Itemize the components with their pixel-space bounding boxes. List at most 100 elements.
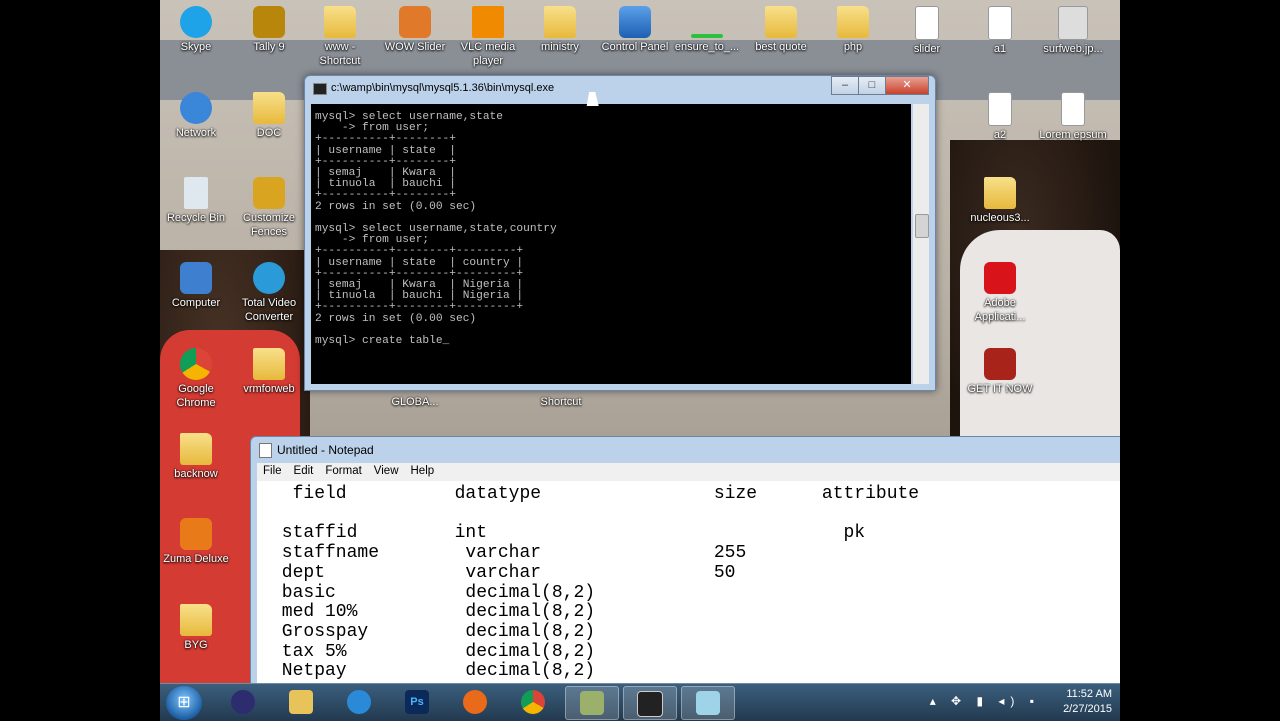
desktop-label-shortcut[interactable]: Shortcut xyxy=(524,395,598,409)
icon-label: ensure_to_... xyxy=(674,41,740,53)
console-titlebar[interactable]: c:\wamp\bin\mysql\mysql5.1.36\bin\mysql.… xyxy=(305,76,935,100)
console-output[interactable]: mysql> select username,state -> from use… xyxy=(311,104,911,384)
desktop-icon-lorem[interactable]: Lorem epsum xyxy=(1036,92,1110,142)
folder-icon xyxy=(180,433,212,465)
tally-icon xyxy=(253,6,285,38)
taskbar: ⊞ Ps ▴ ✥ ▮ ◂) ▪ 11:52 AM 2/27/2015 xyxy=(160,683,1120,721)
image-file-icon xyxy=(1058,6,1088,40)
clock[interactable]: 11:52 AM 2/27/2015 xyxy=(1063,687,1112,717)
icon-label: Lorem epsum xyxy=(1039,129,1107,141)
menu-help[interactable]: Help xyxy=(405,463,441,481)
icon-label: Customize Fences xyxy=(243,212,295,238)
taskbar-firefox[interactable] xyxy=(449,686,501,718)
taskbar-eclipse[interactable] xyxy=(217,686,269,718)
desktop-icon-best-quote[interactable]: best quote xyxy=(744,6,818,54)
icon-label: DOC xyxy=(256,127,282,139)
desktop-icon-a2[interactable]: a2 xyxy=(963,92,1037,142)
desktop-icon-backnow[interactable]: backnow xyxy=(160,433,233,481)
icon-label: Adobe Applicati... xyxy=(974,297,1026,323)
taskbar-chrome[interactable] xyxy=(507,686,559,718)
desktop-icon-ensure[interactable]: ensure_to_... xyxy=(670,6,744,54)
system-tray-icons[interactable]: ▴ ✥ ▮ ◂) ▪ xyxy=(930,694,1040,708)
desktop-icon-php[interactable]: php xyxy=(816,6,890,54)
taskbar-notepad2[interactable] xyxy=(681,686,735,720)
desktop-icon-recycle-bin[interactable]: Recycle Bin xyxy=(160,177,233,225)
menu-view[interactable]: View xyxy=(368,463,405,481)
desktop-icon-adobe[interactable]: Adobe Applicati... xyxy=(963,262,1037,324)
maximize-button[interactable]: □ xyxy=(858,76,886,95)
minimize-button[interactable]: – xyxy=(831,76,859,95)
desktop-icon-tally[interactable]: Tally 9 xyxy=(232,6,306,54)
menu-format[interactable]: Format xyxy=(319,463,367,481)
notepad-window[interactable]: Untitled - Notepad File Edit Format View… xyxy=(250,436,1120,698)
vlc-icon xyxy=(472,6,504,38)
console-icon xyxy=(637,691,663,717)
desktop-icon-wowslider[interactable]: WOW Slider xyxy=(378,6,452,54)
folder-icon xyxy=(180,604,212,636)
desktop-icon-network[interactable]: Network xyxy=(160,92,233,140)
start-button[interactable]: ⊞ xyxy=(166,686,202,720)
notepad-titlebar[interactable]: Untitled - Notepad xyxy=(251,437,1120,461)
folder-icon xyxy=(765,6,797,38)
desktop-icon-vrmforweb[interactable]: vrmforweb xyxy=(232,348,306,396)
desktop-icon-vlc[interactable]: VLC media player xyxy=(451,6,525,68)
notepad-icon xyxy=(580,691,604,715)
menu-file[interactable]: File xyxy=(257,463,288,481)
notepad-icon xyxy=(696,691,720,715)
desktop-icon-get-it-now[interactable]: GET IT NOW xyxy=(963,348,1037,396)
clock-time: 11:52 AM xyxy=(1066,688,1112,700)
fences-icon xyxy=(253,177,285,209)
notepad-text: field datatype size attribute staffid in… xyxy=(281,484,920,682)
desktop-icon-doc[interactable]: DOC xyxy=(232,92,306,140)
console-scrollbar[interactable] xyxy=(913,104,929,384)
notepad-menubar: File Edit Format View Help xyxy=(257,463,1120,481)
icon-label: Skype xyxy=(180,41,212,53)
desktop-icon-nucleous[interactable]: nucleous3... xyxy=(963,177,1037,225)
desktop-icon-video-converter[interactable]: Total Video Converter xyxy=(232,262,306,324)
taskbar-notepad[interactable] xyxy=(565,686,619,720)
desktop-icon-byg[interactable]: BYG xyxy=(160,604,233,652)
desktop-icon-ministry[interactable]: ministry xyxy=(523,6,597,54)
desktop-icon-zuma[interactable]: Zuma Deluxe xyxy=(160,518,233,566)
folder-icon xyxy=(544,6,576,38)
file-icon xyxy=(915,6,939,40)
desktop-label-globa[interactable]: GLOBA... xyxy=(378,395,452,409)
menu-edit[interactable]: Edit xyxy=(288,463,320,481)
icon-label: Control Panel xyxy=(601,41,669,53)
desktop-icon-a1[interactable]: a1 xyxy=(963,6,1037,56)
taskbar-cmd[interactable] xyxy=(623,686,677,720)
desktop-icon-fences[interactable]: Customize Fences xyxy=(232,177,306,239)
icon-label: Google Chrome xyxy=(176,383,216,409)
desktop-icon-chrome[interactable]: Google Chrome xyxy=(160,348,233,410)
desktop-icon-computer[interactable]: Computer xyxy=(160,262,233,310)
desktop-icon-control-panel[interactable]: Control Panel xyxy=(598,6,672,54)
icon-label: WOW Slider xyxy=(384,41,446,53)
console-title: c:\wamp\bin\mysql\mysql5.1.36\bin\mysql.… xyxy=(331,82,555,94)
taskbar-photoshop[interactable]: Ps xyxy=(391,686,443,718)
zuma-icon xyxy=(180,518,212,550)
desktop-icon-www[interactable]: www - Shortcut xyxy=(303,6,377,68)
icon-label: Total Video Converter xyxy=(241,297,297,323)
chrome-icon xyxy=(521,690,545,714)
desktop-icon-skype[interactable]: Skype xyxy=(160,6,233,54)
notepad-text-area[interactable]: field datatype size attribute staffid in… xyxy=(257,481,1120,697)
notepad-title: Untitled - Notepad xyxy=(277,443,374,457)
desktop-icon-slider[interactable]: slider xyxy=(890,6,964,56)
close-button[interactable]: ✕ xyxy=(885,76,929,95)
icon-label: www - Shortcut xyxy=(319,41,361,67)
file-icon xyxy=(988,6,1012,40)
folder-icon xyxy=(837,6,869,38)
taskbar-ie[interactable] xyxy=(333,686,385,718)
network-icon xyxy=(180,92,212,124)
video-converter-icon xyxy=(253,262,285,294)
wowslider-icon xyxy=(399,6,431,38)
icon-label: VLC media player xyxy=(460,41,516,67)
gift-icon xyxy=(984,348,1016,380)
chrome-icon xyxy=(180,348,212,380)
photoshop-icon: Ps xyxy=(405,690,429,714)
desktop-icon-surfweb[interactable]: surfweb.jp... xyxy=(1036,6,1110,56)
mysql-console-window[interactable]: c:\wamp\bin\mysql\mysql5.1.36\bin\mysql.… xyxy=(304,75,936,391)
scrollbar-thumb[interactable] xyxy=(915,214,929,238)
taskbar-explorer[interactable] xyxy=(275,686,327,718)
icon-label: Shortcut xyxy=(540,396,582,408)
